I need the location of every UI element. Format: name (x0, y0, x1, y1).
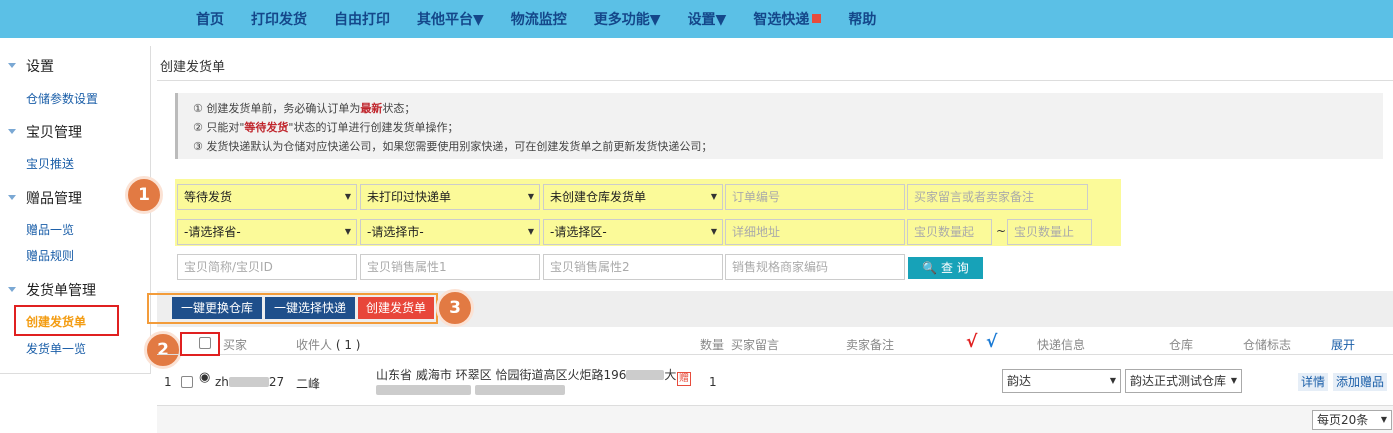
item-id-input[interactable]: 宝贝简称/宝贝ID (177, 254, 357, 280)
province-select[interactable]: -请选择省- (177, 219, 357, 245)
status-select[interactable]: 等待发货 (177, 184, 357, 210)
receiver-address: 山东省 威海市 环翠区 恰园街道高区火炬路196 大 (376, 368, 677, 382)
col-seller-note: 卖家备注 (846, 338, 895, 352)
step-badge-3: 3 (436, 289, 474, 327)
highlight-box-sidebar (14, 305, 119, 336)
sidebar-group-gifts[interactable]: 赠品管理 (8, 188, 82, 208)
nav-smart-express[interactable]: 智选快递 (753, 9, 822, 29)
col-express: 快递信息 (1037, 338, 1086, 352)
sales-attr2-input[interactable]: 宝贝销售属性2 (543, 254, 723, 280)
collapse-triangle-icon (8, 63, 16, 68)
nav-free-print[interactable]: 自由打印 (334, 9, 390, 29)
sidebar-item-item-push[interactable]: 宝贝推送 (26, 155, 74, 172)
expand-link[interactable]: 展开 (1331, 336, 1355, 353)
page-title: 创建发货单 (160, 60, 226, 75)
address-input[interactable]: 详细地址 (725, 219, 905, 245)
notice-line-3: ③ 发货快递默认为仓储对应快递公司，如果您需要使用别家快递，可在创建发货单之前更… (193, 140, 713, 153)
col-buyer: 买家 (223, 338, 248, 352)
nav-logistics[interactable]: 物流监控 (511, 9, 567, 29)
notice-line-1: ① 创建发货单前，务必确认订单为最新状态； (193, 102, 416, 115)
search-icon: 🔍 (922, 261, 938, 275)
sku-code-input[interactable]: 销售规格商家编码 (725, 254, 905, 280)
nav-more-features[interactable]: 更多功能▼ (594, 9, 661, 29)
collapse-triangle-icon (8, 287, 16, 292)
col-warehouse-flag: 仓储标志 (1243, 338, 1292, 352)
qty-from-input[interactable]: 宝贝数量起 (907, 219, 992, 245)
district-select[interactable]: -请选择区- (543, 219, 723, 245)
sidebar-group-settings[interactable]: 设置 (8, 56, 54, 76)
select-all-checkbox[interactable] (199, 337, 211, 349)
sidebar-group-items[interactable]: 宝贝管理 (8, 122, 82, 142)
nav-print-ship[interactable]: 打印发货 (251, 9, 307, 29)
step-badge-1: 1 (125, 176, 163, 214)
order-no-input[interactable]: 订单编号 (725, 184, 905, 210)
warehouse-status-select[interactable]: 未创建仓库发货单 (543, 184, 723, 210)
collapse-triangle-icon (8, 129, 16, 134)
blue-check-icon[interactable]: √ (986, 332, 997, 352)
col-buyer-msg: 买家留言 (731, 338, 780, 352)
nav-help[interactable]: 帮助 (848, 9, 876, 29)
nav-other-platforms[interactable]: 其他平台▼ (417, 9, 484, 29)
col-receiver: 收件人 ( 1 ) (296, 338, 361, 352)
city-select[interactable]: -请选择市- (360, 219, 540, 245)
add-gift-button[interactable]: 添加赠品 (1333, 373, 1388, 391)
qty-to-input[interactable]: 宝贝数量止 (1007, 219, 1092, 245)
sidebar-item-warehouse-params[interactable]: 仓储参数设置 (26, 90, 98, 107)
warehouse-select[interactable]: 韵达正式测试仓库 (1125, 369, 1242, 393)
notice-line-2: ② 只能对"等待发货"状态的订单进行创建发货单操作； (193, 121, 459, 134)
query-button[interactable]: 🔍 查 询 (908, 257, 983, 279)
range-separator: ~ (996, 224, 1007, 238)
receiver-contact-blurred (376, 383, 565, 397)
top-navigation: 首页 打印发货 自由打印 其他平台▼ 物流监控 更多功能▼ 设置▼ 智选快递 帮… (0, 0, 1393, 38)
title-divider (157, 80, 1393, 81)
notice-box: ① 创建发货单前，务必确认订单为最新状态； ② 只能对"等待发货"状态的订单进行… (175, 93, 1383, 159)
gift-badge: 赠 (677, 372, 691, 386)
sidebar-item-gift-list[interactable]: 赠品一览 (26, 221, 74, 238)
remark-input[interactable]: 买家留言或者卖家备注 (907, 184, 1088, 210)
collapse-triangle-icon (8, 195, 16, 200)
row-qty: 1 (709, 375, 717, 389)
detail-button[interactable]: 详情 (1298, 373, 1329, 391)
highlight-box-actions (147, 293, 438, 324)
print-status-select[interactable]: 未打印过快递单 (360, 184, 540, 210)
express-select[interactable]: 韵达 (1002, 369, 1121, 393)
receiver-name: 二峰 (296, 377, 321, 391)
sales-attr1-input[interactable]: 宝贝销售属性1 (360, 254, 540, 280)
sidebar-group-delivery[interactable]: 发货单管理 (8, 280, 96, 300)
col-warehouse: 仓库 (1169, 338, 1194, 352)
nav-home[interactable]: 首页 (196, 9, 224, 29)
row-checkbox[interactable] (181, 376, 193, 388)
sidebar-item-gift-rules[interactable]: 赠品规则 (26, 247, 74, 264)
nav-settings[interactable]: 设置▼ (688, 9, 727, 29)
nav-smart-express-label: 智选快递 (753, 12, 810, 28)
sidebar-item-delivery-list[interactable]: 发货单一览 (26, 340, 86, 357)
buyer-name: zh 27 (215, 375, 285, 389)
per-page-select[interactable]: 每页20条 (1312, 410, 1392, 430)
footer-bar (157, 406, 1393, 433)
buyer-avatar-icon: ◉ (199, 370, 211, 385)
row-index: 1 (164, 375, 172, 389)
new-flag-icon (812, 14, 822, 23)
red-check-icon[interactable]: √ (966, 332, 977, 352)
col-qty: 数量 (700, 338, 725, 352)
